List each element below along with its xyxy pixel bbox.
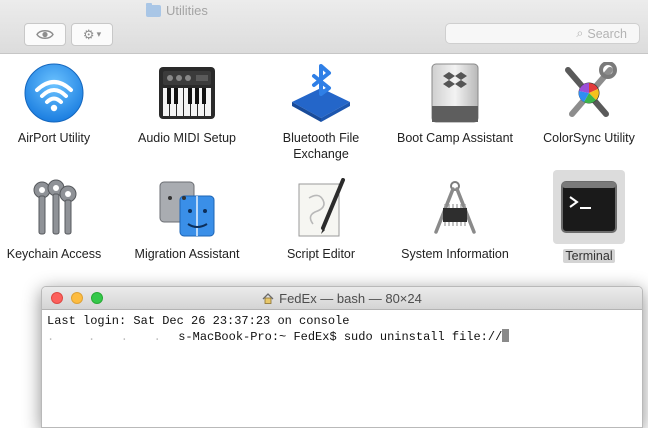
terminal-prompt-icon xyxy=(561,181,617,233)
terminal-line-prompt: . . . . s-MacBook-Pro:~ FedEx$ sudo unin… xyxy=(47,329,637,345)
app-label: Terminal xyxy=(563,249,615,263)
app-label: Keychain Access xyxy=(6,247,102,261)
chevron-down-icon: ▾ xyxy=(96,29,102,39)
app-label: Script Editor xyxy=(286,247,356,261)
terminal-titlebar[interactable]: FedEx — bash — 80×24 xyxy=(42,287,642,310)
terminal-title: FedEx — bash — 80×24 xyxy=(279,290,422,306)
piano-keyboard-icon xyxy=(159,67,215,119)
app-label: AirPort Utility xyxy=(17,131,91,145)
colorsync-tools-icon xyxy=(565,62,617,117)
app-item-migration-assistant[interactable]: Migration Assistant xyxy=(125,170,249,262)
app-item-script-editor[interactable]: Script Editor xyxy=(259,170,383,262)
zoom-button[interactable] xyxy=(91,292,103,304)
app-item-boot-camp-assistant[interactable]: Boot Camp Assistant xyxy=(393,54,517,146)
close-button[interactable] xyxy=(51,292,63,304)
app-item-bluetooth-file-exchange[interactable]: Bluetooth File Exchange xyxy=(259,54,383,162)
redacted-hostname: . . . . xyxy=(47,330,179,344)
migration-faces-icon xyxy=(159,181,215,237)
app-item-audio-midi-setup[interactable]: Audio MIDI Setup xyxy=(125,54,249,146)
app-icon-grid: AirPort Utility Audio MIDI Setup Bluetoo… xyxy=(0,54,648,284)
home-icon xyxy=(262,292,274,304)
window-title: Utilities xyxy=(146,2,208,18)
app-label: ColorSync Utility xyxy=(543,131,635,145)
terminal-window[interactable]: FedEx — bash — 80×24 Last login: Sat Dec… xyxy=(41,286,643,428)
app-label: System Information xyxy=(401,247,509,261)
quick-look-button[interactable] xyxy=(24,23,66,46)
action-menu-button[interactable]: ⚙ ▾ xyxy=(71,23,113,46)
search-icon: ⌕ xyxy=(576,26,584,40)
wifi-icon xyxy=(24,63,84,123)
bluetooth-icon xyxy=(292,64,350,122)
app-label: Migration Assistant xyxy=(134,247,240,261)
terminal-output[interactable]: Last login: Sat Dec 26 23:37:23 on conso… xyxy=(42,310,642,349)
app-label: Bluetooth File Exchange xyxy=(282,131,360,161)
app-item-system-information[interactable]: System Information xyxy=(393,170,517,262)
hard-drive-icon xyxy=(431,63,479,123)
prompt-text: s-MacBook-Pro:~ FedEx$ xyxy=(178,330,344,344)
caliper-chip-icon xyxy=(434,181,476,234)
app-label: Audio MIDI Setup xyxy=(138,131,236,145)
finder-toolbar: Utilities ⚙ ▾ ⌕ Search xyxy=(0,0,648,54)
text-cursor xyxy=(502,329,510,342)
command-text: sudo uninstall file:// xyxy=(343,330,503,344)
app-label: Boot Camp Assistant xyxy=(396,131,514,145)
folder-title: Utilities xyxy=(166,3,208,18)
app-item-airport-utility[interactable]: AirPort Utility xyxy=(0,54,116,146)
minimize-button[interactable] xyxy=(71,292,83,304)
search-field[interactable]: ⌕ Search xyxy=(445,23,640,44)
gear-icon: ⚙ xyxy=(82,26,95,42)
window-controls xyxy=(51,292,103,304)
folder-icon xyxy=(146,2,161,17)
script-pen-icon xyxy=(298,178,345,237)
app-item-colorsync-utility[interactable]: ColorSync Utility xyxy=(527,54,648,146)
eye-icon xyxy=(36,30,54,39)
terminal-line-login: Last login: Sat Dec 26 23:37:23 on conso… xyxy=(47,314,350,328)
app-item-terminal[interactable]: Terminal xyxy=(527,170,648,264)
search-placeholder: Search xyxy=(587,26,627,41)
keys-icon xyxy=(33,179,77,235)
app-item-keychain-access[interactable]: Keychain Access xyxy=(0,170,116,262)
